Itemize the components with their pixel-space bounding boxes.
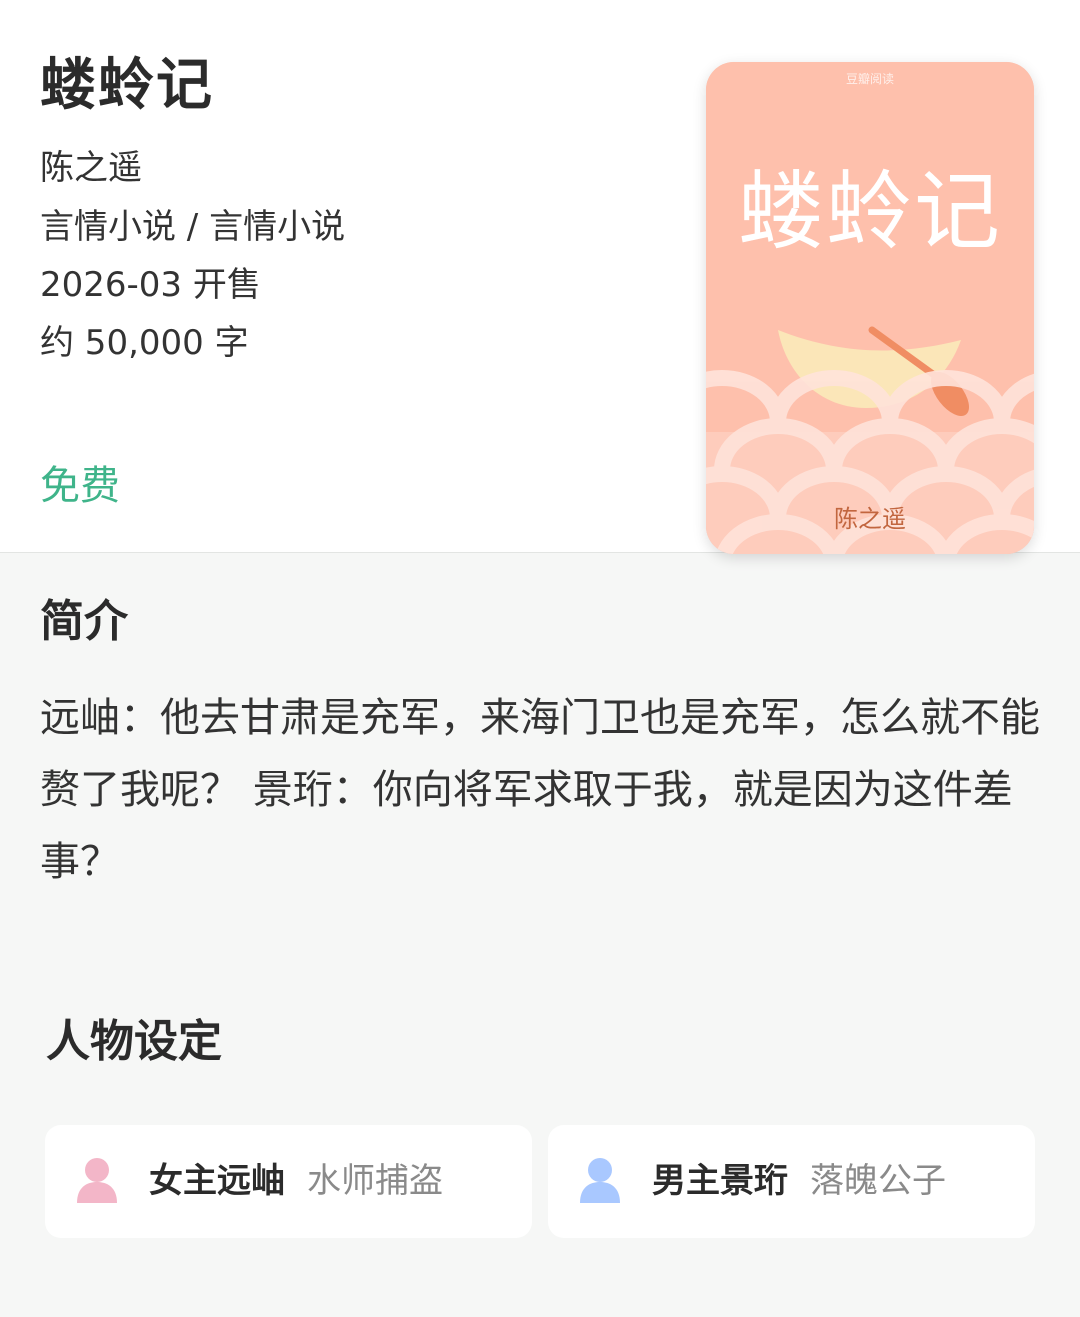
cover-illustration	[706, 62, 1034, 554]
book-title: 蝼蛉记	[40, 53, 214, 118]
cover-brand-logo: 豆瓣阅读	[845, 72, 894, 86]
cover-title: 蝼蛉记	[738, 162, 1002, 262]
intro-heading: 简介	[40, 596, 128, 647]
cover-author: 陈之遥	[834, 505, 906, 533]
characters-heading: 人物设定	[46, 1016, 222, 1067]
character-name: 女主远岫	[149, 1161, 285, 1201]
character-role: 水师捕盗	[307, 1161, 443, 1201]
character-card-male-lead[interactable]: 男主景珩 落魄公子	[548, 1125, 1035, 1238]
character-role: 落魄公子	[810, 1161, 946, 1201]
intro-text: 远岫：他去甘肃是充军，来海门卫也是充军，怎么就不能赘了我呢？ 景珩：你向将军求取…	[40, 695, 1040, 885]
character-name: 男主景珩	[652, 1161, 788, 1201]
book-cover[interactable]: 豆瓣阅读 蝼蛉记 陈之遥	[706, 62, 1034, 554]
character-card-female-lead[interactable]: 女主远岫 水师捕盗	[45, 1125, 532, 1238]
word-count: 约 50,000 字	[40, 323, 249, 363]
release-date: 2026-03 开售	[40, 265, 261, 305]
book-author[interactable]: 陈之遥	[40, 146, 142, 190]
price-label: 免费	[40, 463, 120, 509]
book-category[interactable]: 言情小说 / 言情小说	[40, 205, 345, 249]
female-avatar-icon	[77, 1158, 117, 1203]
male-avatar-icon	[580, 1158, 620, 1203]
